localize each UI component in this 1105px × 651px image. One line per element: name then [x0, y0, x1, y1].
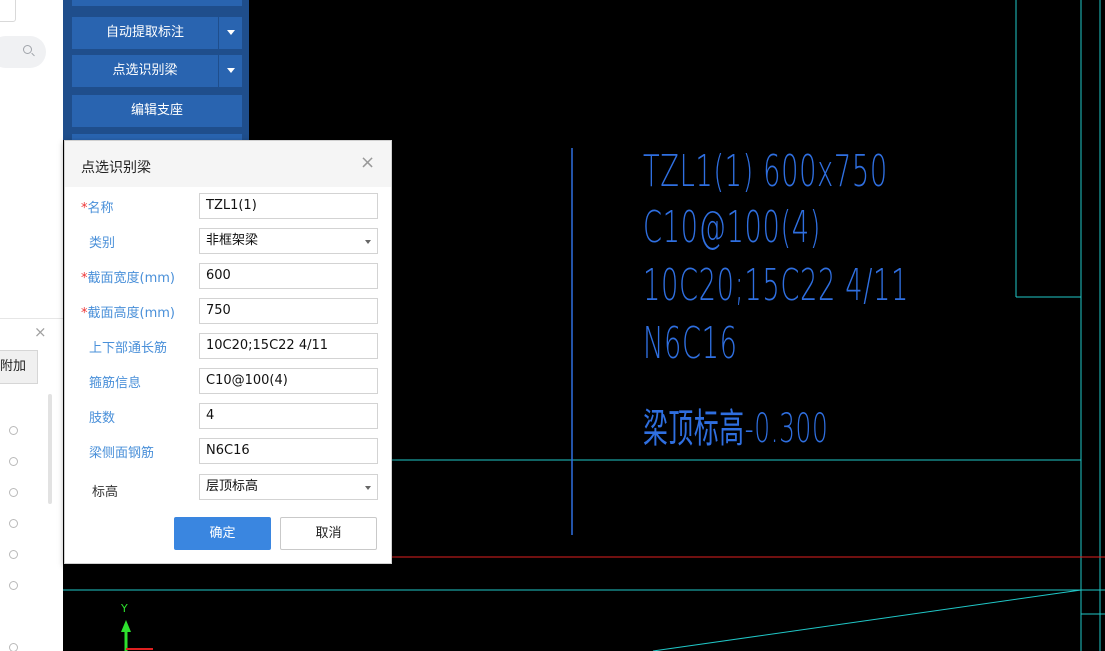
toolbar-panel: 自动提取标注 点选识别梁 编辑支座	[63, 0, 249, 144]
left-panel: × 附加	[0, 0, 63, 651]
annotation-line-5: 梁顶标高-0.300	[643, 406, 829, 452]
axis-y-arrow	[121, 620, 131, 632]
long-rebar-input[interactable]: 10C20;15C22 4/11	[199, 333, 378, 359]
chevron-down-icon[interactable]	[218, 55, 242, 87]
auto-extract-button[interactable]: 自动提取标注	[72, 17, 242, 49]
close-icon[interactable]: ×	[360, 154, 375, 172]
annotation-line-3: 10C20;15C22 4/11	[643, 260, 909, 311]
radio-button[interactable]	[9, 426, 18, 435]
axis-y-label: Y	[121, 602, 128, 615]
category-select-value: 非框架梁	[206, 233, 259, 248]
chevron-down-icon	[365, 240, 371, 244]
field-label-elevation: 标高	[92, 485, 119, 500]
chevron-down-icon[interactable]	[218, 17, 242, 49]
identify-beam-dialog: 点选识别梁 × *名称 TZL1(1) 类别 非框架梁 *截面宽度(mm) 60…	[64, 140, 392, 564]
point-identify-button[interactable]: 点选识别梁	[72, 55, 242, 87]
radio-button[interactable]	[9, 581, 18, 590]
category-select[interactable]: 非框架梁	[199, 228, 378, 254]
toolbar-button-top[interactable]	[72, 0, 242, 6]
edit-support-label: 编辑支座	[130, 103, 183, 118]
field-label-name: *名称	[81, 197, 114, 216]
field-label-side-rebar: 梁侧面钢筋	[89, 446, 155, 461]
close-icon[interactable]: ×	[34, 323, 47, 341]
width-input[interactable]: 600	[199, 263, 378, 289]
point-identify-label: 点选识别梁	[112, 63, 178, 78]
radio-button[interactable]	[9, 488, 18, 497]
chevron-down-icon	[365, 486, 371, 490]
annotation-line-2: C10@100(4)	[643, 202, 821, 253]
left-top-input[interactable]	[0, 0, 16, 22]
search-box[interactable]	[0, 36, 46, 68]
stirrup-input[interactable]: C10@100(4)	[199, 368, 378, 394]
dialog-title: 点选识别梁	[81, 160, 151, 176]
field-label-stirrup: 箍筋信息	[89, 376, 142, 391]
edit-support-button[interactable]: 编辑支座	[72, 95, 242, 127]
annotation-line-1: TZL1(1) 600x750	[643, 146, 888, 197]
elevation-select-value: 层顶标高	[206, 479, 259, 494]
label-text: 截面高度(mm)	[87, 306, 175, 321]
radio-button[interactable]	[9, 519, 18, 528]
side-rebar-input[interactable]: N6C16	[199, 438, 378, 464]
annotation-line-4: N6C16	[643, 318, 738, 369]
cad-line	[652, 589, 1082, 651]
dialog-header: 点选识别梁 ×	[65, 141, 391, 187]
divider	[0, 318, 63, 319]
search-icon[interactable]	[23, 45, 32, 54]
tab-attach[interactable]: 附加	[0, 350, 38, 384]
name-input[interactable]: TZL1(1)	[199, 193, 378, 219]
radio-button[interactable]	[9, 643, 18, 651]
field-label-legs: 肢数	[89, 411, 116, 426]
legs-input[interactable]: 4	[199, 403, 378, 429]
elevation-select[interactable]: 层顶标高	[199, 474, 378, 500]
scrollbar[interactable]	[48, 394, 52, 504]
field-label-width: *截面宽度(mm)	[81, 267, 175, 286]
field-label-long-rebar: 上下部通长筋	[89, 341, 168, 356]
label-text: 截面宽度(mm)	[87, 271, 175, 286]
radio-button[interactable]	[9, 457, 18, 466]
field-label-category: 类别	[89, 236, 116, 251]
ok-button[interactable]: 确定	[174, 517, 271, 550]
label-text: 名称	[87, 201, 114, 216]
field-label-height: *截面高度(mm)	[81, 302, 175, 321]
height-input[interactable]: 750	[199, 298, 378, 324]
auto-extract-label: 自动提取标注	[105, 25, 184, 40]
cancel-button[interactable]: 取消	[280, 517, 377, 550]
radio-button[interactable]	[9, 550, 18, 559]
